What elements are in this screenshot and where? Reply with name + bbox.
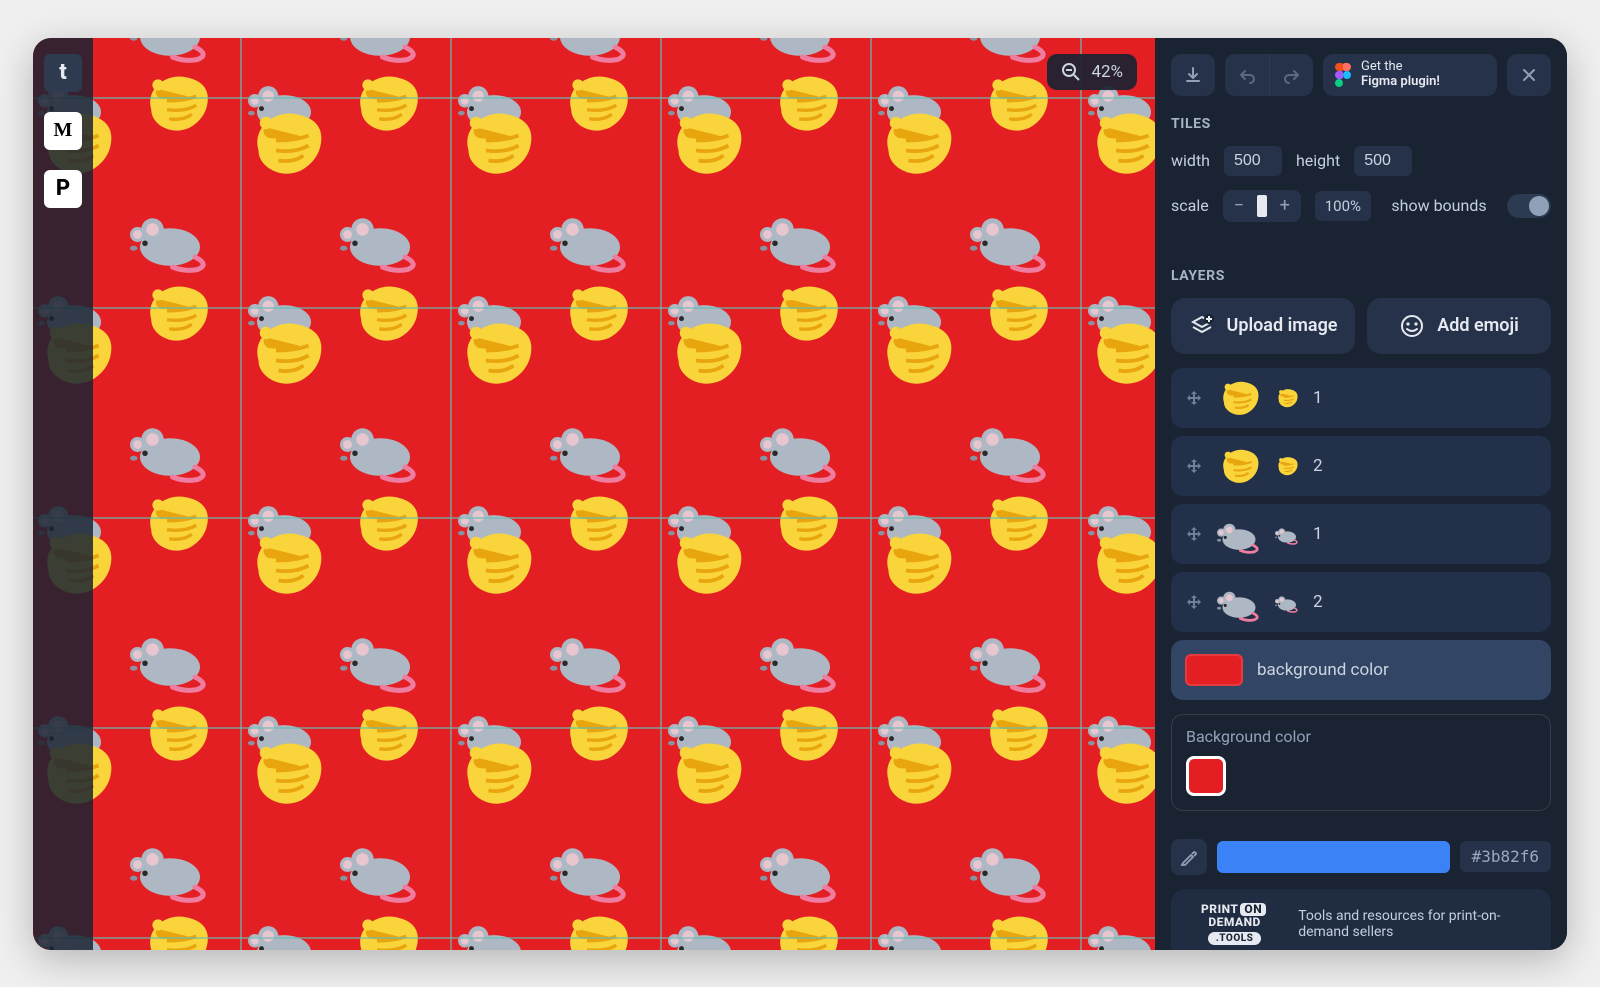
layer-emoji-small: [1275, 386, 1299, 410]
zoom-out-icon[interactable]: [1061, 62, 1081, 82]
show-bounds-toggle[interactable]: [1507, 194, 1551, 218]
app-window: t M P 42%: [33, 38, 1567, 950]
drag-handle-icon[interactable]: [1185, 457, 1203, 475]
add-emoji-button[interactable]: Add emoji: [1367, 298, 1551, 354]
figma-plugin-link[interactable]: Get the Figma plugin!: [1323, 54, 1497, 96]
show-bounds-label: show bounds: [1391, 196, 1486, 215]
bg-layer-label: background color: [1257, 660, 1389, 680]
layer-row[interactable]: 1: [1171, 504, 1551, 564]
canvas-area[interactable]: 42%: [33, 38, 1155, 950]
layer-emoji-large: [1217, 512, 1261, 556]
emoji-icon: [1399, 313, 1425, 339]
height-label: height: [1296, 151, 1340, 170]
bg-panel-title: Background color: [1186, 727, 1536, 746]
layer-row[interactable]: 2: [1171, 436, 1551, 496]
scale-label: scale: [1171, 196, 1209, 215]
pattern-canvas[interactable]: [33, 38, 1155, 950]
layer-row-background[interactable]: background color: [1171, 640, 1551, 700]
tile-height-input[interactable]: [1354, 146, 1412, 176]
layer-label: 2: [1313, 592, 1323, 612]
scale-slider-handle[interactable]: [1257, 195, 1267, 217]
eyedropper-button[interactable]: [1171, 839, 1207, 875]
layer-row[interactable]: 2: [1171, 572, 1551, 632]
hex-color-preview[interactable]: [1217, 841, 1450, 873]
width-label: width: [1171, 151, 1210, 170]
figma-icon: [1335, 63, 1351, 87]
tool-p-button[interactable]: P: [44, 170, 82, 208]
layer-emoji-large: [1217, 376, 1261, 420]
bg-color-chip[interactable]: [1185, 654, 1243, 686]
zoom-value: 42%: [1091, 62, 1123, 82]
scale-row: scale − + 100% show bounds: [1171, 190, 1551, 222]
layer-emoji-small: [1275, 590, 1299, 614]
tile-width-input[interactable]: [1224, 146, 1282, 176]
layer-label: 2: [1313, 456, 1323, 476]
layer-label: 1: [1313, 524, 1323, 544]
figma-text: Get the Figma plugin!: [1361, 60, 1440, 90]
drag-handle-icon[interactable]: [1185, 389, 1203, 407]
scale-value: 100%: [1315, 191, 1371, 221]
zoom-indicator[interactable]: 42%: [1047, 54, 1137, 90]
layer-emoji-large: [1217, 444, 1261, 488]
right-sidebar: Get the Figma plugin! Tiles width height…: [1155, 38, 1567, 950]
redo-button[interactable]: [1269, 54, 1313, 96]
drag-handle-icon[interactable]: [1185, 593, 1203, 611]
brand-logo: PRINTONDEMAND .TOOLS: [1187, 903, 1282, 945]
scale-minus-button[interactable]: −: [1227, 197, 1251, 215]
layer-emoji-small: [1275, 454, 1299, 478]
layers-section-title: Layers: [1171, 268, 1551, 284]
drag-handle-icon[interactable]: [1185, 525, 1203, 543]
micro-sidebar: t M P: [33, 38, 93, 950]
layer-row[interactable]: 1: [1171, 368, 1551, 428]
hex-value[interactable]: #3b82f6: [1460, 841, 1551, 872]
tool-t-button[interactable]: t: [44, 54, 82, 92]
tool-m-button[interactable]: M: [44, 112, 82, 150]
layer-label: 1: [1313, 388, 1323, 408]
layers-list: 1 2 1 2 background color: [1171, 368, 1551, 700]
footer-brand-card[interactable]: PRINTONDEMAND .TOOLS Tools and resources…: [1171, 889, 1551, 950]
layer-emoji-small: [1275, 522, 1299, 546]
scale-stepper[interactable]: − +: [1223, 190, 1301, 222]
hex-color-row: #3b82f6: [1171, 839, 1551, 875]
close-button[interactable]: [1507, 54, 1551, 96]
upload-icon: [1189, 313, 1215, 339]
tiles-section-title: Tiles: [1171, 116, 1551, 132]
layer-emoji-large: [1217, 580, 1261, 624]
bg-color-swatch[interactable]: [1186, 756, 1226, 796]
top-toolbar: Get the Figma plugin!: [1171, 54, 1551, 96]
download-button[interactable]: [1171, 54, 1215, 96]
undo-button[interactable]: [1225, 54, 1269, 96]
tile-dimensions-row: width height: [1171, 146, 1551, 176]
footer-text: Tools and resources for print-on-demand …: [1298, 908, 1535, 940]
scale-plus-button[interactable]: +: [1273, 197, 1297, 215]
background-color-panel: Background color: [1171, 714, 1551, 811]
upload-image-button[interactable]: Upload image: [1171, 298, 1355, 354]
